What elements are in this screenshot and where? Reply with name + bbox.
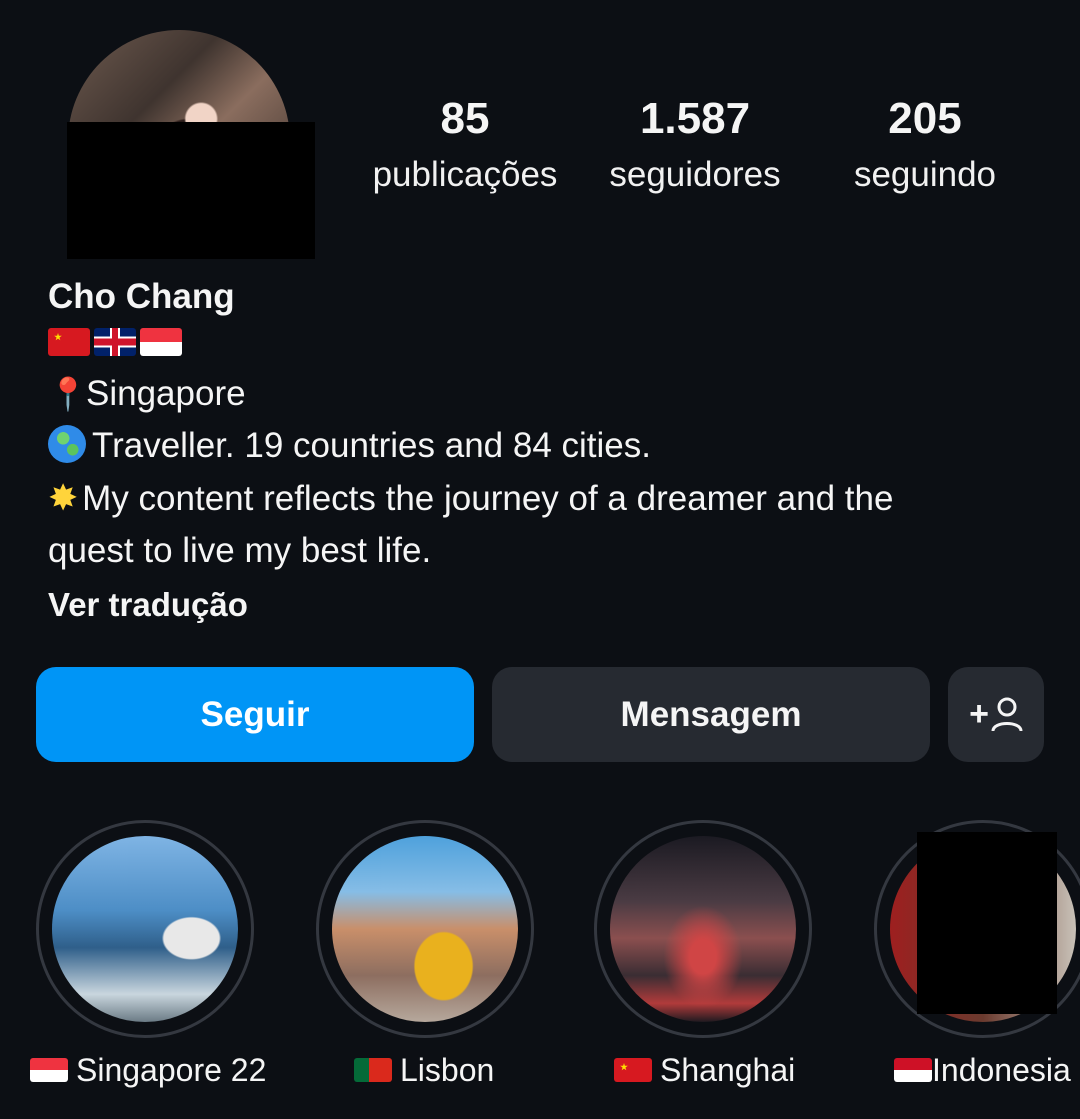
follow-button[interactable]: Seguir (36, 667, 474, 762)
followers-stat[interactable]: 1.587 seguidores (580, 88, 810, 200)
highlight-label-text: Singapore 22 (76, 1052, 267, 1088)
uk-flag-icon (94, 328, 136, 356)
bio-content-line-2: quest to live my best life. (48, 531, 432, 570)
highlight-ring (36, 820, 254, 1038)
bio-flags (48, 328, 1038, 362)
following-label: seguindo (853, 155, 997, 194)
globe-icon (48, 425, 86, 463)
location-pin-icon: 📍 (48, 376, 88, 412)
posts-count: 85 (440, 94, 490, 143)
highlight-shanghai[interactable] (592, 820, 814, 1038)
highlight-thumbnail (332, 836, 518, 1022)
highlight-lisbon[interactable] (314, 820, 536, 1038)
profile-bio: Cho Chang 📍Singapore Traveller. 19 count… (48, 274, 1038, 633)
china-flag-icon (48, 328, 90, 356)
highlight-label-indonesia: Indonesia (894, 1046, 1071, 1094)
highlight-ring (316, 820, 534, 1038)
add-user-icon: + (969, 695, 1023, 734)
bio-content-line: ✸ My content reflects the journey of a dr… (48, 472, 1038, 525)
following-count: 205 (888, 94, 962, 143)
highlight-label-text: Lisbon (400, 1052, 495, 1088)
add-user-button[interactable]: + (948, 667, 1044, 762)
profile-name: Cho Chang (48, 277, 235, 316)
plus-glyph: + (969, 695, 989, 733)
redaction-box (67, 122, 315, 259)
china-flag-icon (614, 1058, 652, 1082)
person-icon (991, 697, 1023, 731)
highlight-label-shanghai: Shanghai (614, 1046, 795, 1094)
bio-location: Singapore (86, 374, 246, 413)
posts-label: publicações (372, 155, 558, 194)
followers-label: seguidores (609, 155, 781, 194)
highlight-thumbnail (52, 836, 238, 1022)
singapore-flag-icon (30, 1058, 68, 1082)
posts-stat[interactable]: 85 publicações (350, 88, 580, 200)
highlight-label-lisbon: Lisbon (354, 1046, 494, 1094)
highlight-thumbnail (610, 836, 796, 1022)
redaction-box (917, 832, 1057, 1014)
highlight-label-text: Shanghai (660, 1052, 796, 1088)
highlight-label-singapore: Singapore 22 (30, 1046, 266, 1094)
followers-count: 1.587 (639, 94, 751, 143)
following-stat[interactable]: 205 seguindo (810, 88, 1040, 200)
singapore-flag-icon (140, 328, 182, 356)
bio-location-line: 📍Singapore (48, 368, 1038, 420)
highlight-singapore[interactable] (34, 820, 256, 1038)
indonesia-flag-icon (894, 1058, 932, 1082)
highlight-label-text: Indonesia (932, 1052, 1071, 1088)
highlight-ring (594, 820, 812, 1038)
sparkle-star-icon: ✸ (48, 477, 79, 518)
see-translation-link[interactable]: Ver tradução (48, 577, 1038, 633)
bio-traveller-line: Traveller. 19 countries and 84 cities. (48, 420, 1038, 472)
bio-content-1: My content reflects the journey of a dre… (82, 479, 894, 518)
bio-traveller: Traveller. 19 countries and 84 cities. (92, 426, 651, 465)
message-button[interactable]: Mensagem (492, 667, 930, 762)
profile-stats: 85 publicações 1.587 seguidores 205 segu… (360, 88, 1020, 208)
portugal-flag-icon (354, 1058, 392, 1082)
